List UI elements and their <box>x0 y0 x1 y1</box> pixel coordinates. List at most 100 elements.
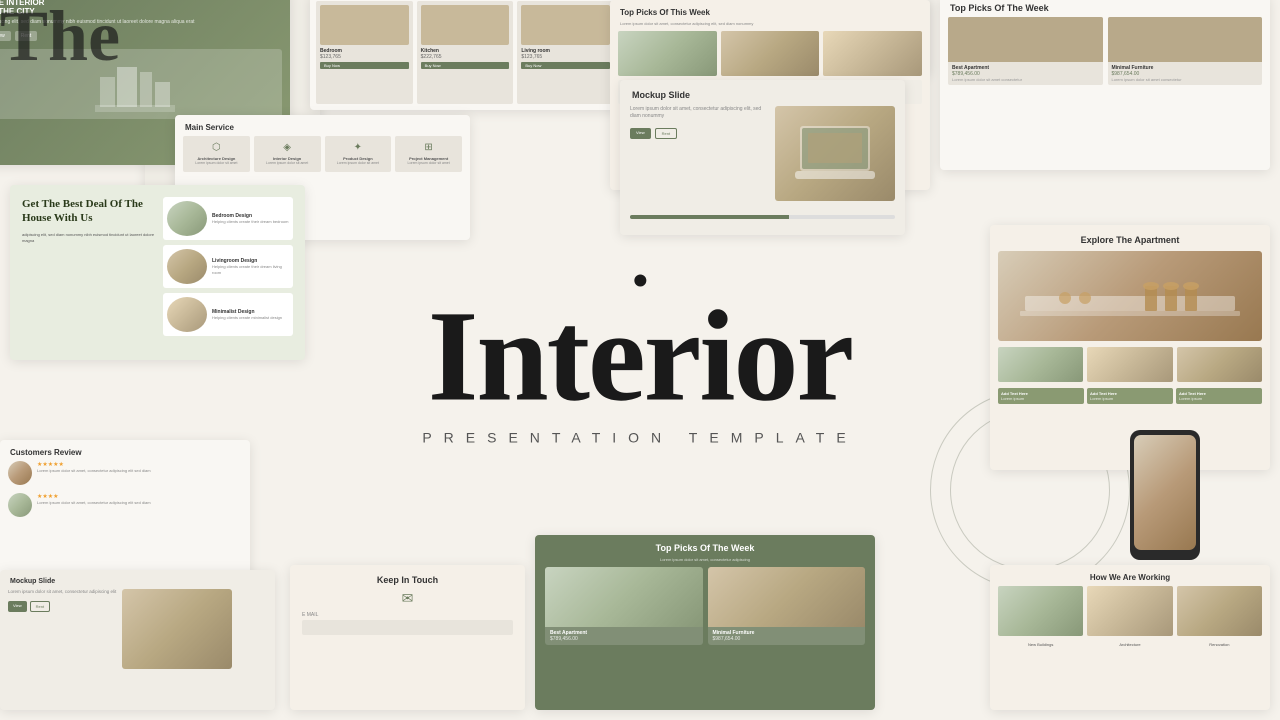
tpr-header: Top Picks Of This Week <box>610 0 930 21</box>
mockup-laptop-img <box>775 106 895 201</box>
bedroom-img <box>320 5 409 45</box>
how-img-2 <box>1087 586 1172 636</box>
design-img-bedroom <box>167 201 207 236</box>
center-title-block: Interior PRESENTATION TEMPLATE <box>422 275 857 446</box>
mockup-b-rent-btn[interactable]: Rent <box>30 601 50 612</box>
service-item-management: ⊞ Project Management Lorem ipsum dolor s… <box>395 136 462 172</box>
canvas: The Interior PRESENTATION TEMPLATE THE I… <box>0 0 1280 720</box>
architecture-icon: ⬡ <box>187 142 246 153</box>
living-img <box>521 5 610 45</box>
interior-desc: Lorem ipsum dolor sit amet <box>258 161 317 166</box>
explore-thumb-2 <box>1087 347 1172 382</box>
review-stars-1: ★★★★★ <box>37 461 151 468</box>
how-img-1 <box>998 586 1083 636</box>
explore-header: Explore The Apartment <box>990 225 1270 251</box>
design-desc-bedroom: Helping clients create their dream bedro… <box>212 219 288 224</box>
product-img-1 <box>948 17 1103 62</box>
how-label-3: Renovation <box>1177 642 1262 647</box>
product-item-1: Best Apartment $789,456.00 Lorem ipsum d… <box>948 17 1103 85</box>
review-item-1: ★★★★★ Lorem ipsum dolor sit amet, consec… <box>8 461 242 485</box>
phone-screen <box>1134 435 1196 550</box>
product-text-2: Lorem ipsum dolor sit amet consectetur <box>1112 77 1259 82</box>
pick-img-1 <box>545 567 703 627</box>
tpr-img-2 <box>721 31 820 76</box>
mockup-progress <box>630 215 895 219</box>
deal-text: adipiscing elit, sed diam nonummy nibh e… <box>22 232 163 244</box>
explore-add-val-2: Lorem ipsum <box>1090 396 1170 401</box>
living-room-item: Living room $123,765 Buy Now <box>517 1 614 104</box>
product-item-2: Minimal Furniture $987,654.00 Lorem ipsu… <box>1108 17 1263 85</box>
architecture-desc: Lorem ipsum dolor sit amet <box>187 161 246 166</box>
email-input-visual[interactable] <box>302 620 513 635</box>
rooms-grid-card: Bedroom $123,765 Buy Now Kitchen $222,76… <box>310 0 620 110</box>
service-item-product: ✦ Product Design Lorem ipsum dolor sit a… <box>325 136 392 172</box>
mockup-sub: Lorem ipsum dolor sit amet, consectetur … <box>630 106 769 120</box>
kitchen-room-item: Kitchen $222,765 Buy Now <box>417 1 514 104</box>
how-img-3 <box>1177 586 1262 636</box>
design-img-minimal <box>167 297 207 332</box>
keep-touch-card: Keep In Touch ✉ E MAIL <box>290 565 525 710</box>
top-picks-bottom-card: Top Picks Of The Week Lorem ipsum dolor … <box>535 535 875 710</box>
review-header: Customers Review <box>0 440 250 461</box>
design-img-living <box>167 249 207 284</box>
mockup-b-header: Mockup Slide <box>0 570 275 589</box>
design-card-bedroom: Bedroom Design Helping clients create th… <box>163 197 293 240</box>
tpr-text: Lorem ipsum dolor sit amet, consectetur … <box>610 21 930 31</box>
mockup-b-view-btn[interactable]: View <box>8 601 27 612</box>
explore-add-1: Add Text Here Lorem ipsum <box>998 388 1084 404</box>
kitchen-price: $222,765 <box>421 54 510 60</box>
service-header: Main Service <box>175 115 470 136</box>
management-icon: ⊞ <box>399 142 458 153</box>
subtitle: PRESENTATION TEMPLATE <box>422 430 857 446</box>
tpr-img-1 <box>618 31 717 76</box>
design-desc-living: Helping clients create their dream livin… <box>212 264 289 274</box>
how-working-card: How We Are Working New Buildings Archite… <box>990 565 1270 710</box>
tpr-img-3 <box>823 31 922 76</box>
kitchen-buy-btn[interactable]: Buy Now <box>421 62 510 69</box>
bedroom-buy-btn[interactable]: Buy Now <box>320 62 409 69</box>
review-text-1: Lorem ipsum dolor sit amet, consectetur … <box>37 468 151 473</box>
product-grid-card: Top Picks Of The Week Best Apartment $78… <box>940 0 1270 170</box>
service-item-interior: ◈ Interior Design Lorem ipsum dolor sit … <box>254 136 321 172</box>
mockup-center-card: Mockup Slide Lorem ipsum dolor sit amet,… <box>620 80 905 235</box>
review-stars-2: ★★★★ <box>37 493 151 500</box>
management-desc: Lorem ipsum dolor sit amet <box>399 161 458 166</box>
product-desc: Lorem ipsum dolor sit amet <box>329 161 388 166</box>
explore-thumb-3 <box>1177 347 1262 382</box>
living-buy-btn[interactable]: Buy Now <box>521 62 610 69</box>
the-label: The <box>0 0 120 72</box>
laptop-illustration <box>790 121 880 186</box>
service-item-architecture: ⬡ Architecture Design Lorem ipsum dolor … <box>183 136 250 172</box>
pick-item-1: Best Apartment $789,456.00 <box>545 567 703 645</box>
bedroom-price: $123,765 <box>320 54 409 60</box>
kitchen-img <box>421 5 510 45</box>
review-text-2: Lorem ipsum dolor sit amet, consectetur … <box>37 500 151 505</box>
explore-main-img <box>998 251 1262 341</box>
product-text-1: Lorem ipsum dolor sit amet consectetur <box>952 77 1099 82</box>
product-icon: ✦ <box>329 142 388 153</box>
mockup-rent-btn[interactable]: Rent <box>655 128 677 139</box>
keep-touch-header: Keep In Touch <box>290 565 525 591</box>
phone-mockup <box>1130 430 1200 560</box>
explore-add-val-3: Lorem ipsum <box>1179 396 1259 401</box>
pick-price-1: $789,456.00 <box>550 636 698 642</box>
pick-price-2: $987,654.00 <box>713 636 861 642</box>
explore-thumb-1 <box>998 347 1083 382</box>
mockup-view-btn[interactable]: View <box>630 128 651 139</box>
pick-img-2 <box>708 567 866 627</box>
apartment-illustration <box>1005 256 1255 336</box>
design-card-minimal: Minimalist Design Helping clients create… <box>163 293 293 336</box>
design-card-living: Livingroom Design Helping clients create… <box>163 245 293 288</box>
pick-item-2: Minimal Furniture $987,654.00 <box>708 567 866 645</box>
explore-add-3: Add Text Here Lorem ipsum <box>1176 388 1262 404</box>
living-price: $123,765 <box>521 54 610 60</box>
mockup-header: Mockup Slide <box>620 80 905 106</box>
how-label-1: New Buildings <box>998 642 1083 647</box>
interior-icon: ◈ <box>258 142 317 153</box>
mockup-bottom-card: Mockup Slide Lorem ipsum dolor sit amet,… <box>0 570 275 710</box>
email-label: E MAIL <box>302 612 513 618</box>
review-item-2: ★★★★ Lorem ipsum dolor sit amet, consect… <box>8 493 242 517</box>
mockup-b-sub: Lorem ipsum dolor sit amet, consectetur … <box>8 589 116 595</box>
picks-sub: Lorem ipsum dolor sit amet, consectetur … <box>535 557 875 562</box>
explore-apartment-card: Explore The Apartment <box>990 225 1270 470</box>
